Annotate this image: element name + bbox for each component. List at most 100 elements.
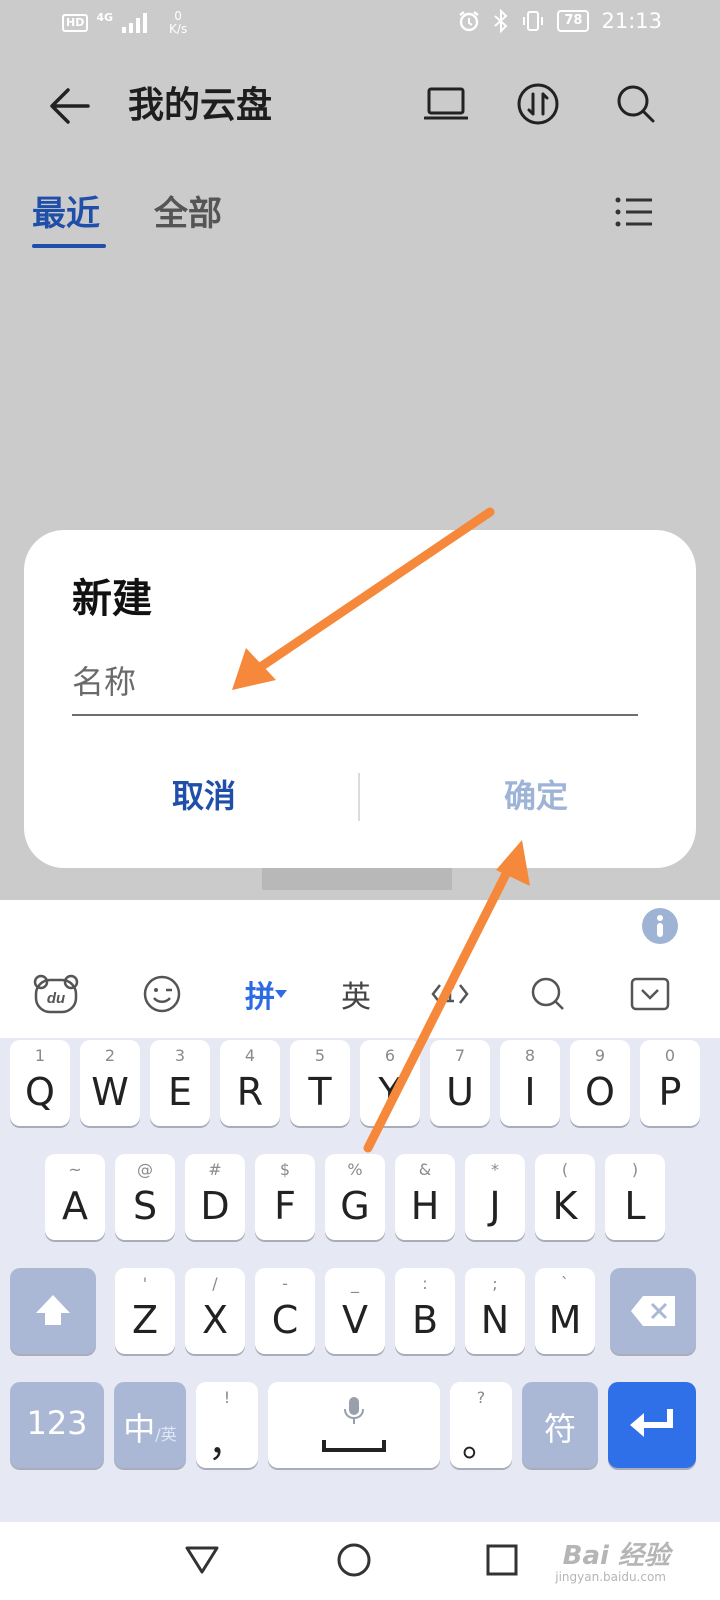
numeric-key[interactable]: 123 [10, 1382, 104, 1468]
key-a[interactable]: ~ A [45, 1154, 105, 1240]
backspace-key[interactable] [610, 1268, 696, 1354]
du-logo-text: du [47, 990, 65, 1007]
shift-key[interactable] [10, 1268, 96, 1354]
space-bar-icon [322, 1440, 386, 1452]
numeric-key-label: 123 [26, 1404, 88, 1442]
key-sub-label: ` [561, 1274, 569, 1293]
key-d[interactable]: # D [185, 1154, 245, 1240]
comma-key-sub: ! [223, 1388, 231, 1407]
keyboard-logo-button[interactable]: du [26, 966, 86, 1022]
device-button[interactable] [420, 78, 472, 130]
key-f[interactable]: $ F [255, 1154, 315, 1240]
signal-icon [122, 13, 148, 33]
search-button[interactable] [610, 78, 662, 130]
key-g[interactable]: % G [325, 1154, 385, 1240]
laptop-icon [424, 87, 468, 120]
key-x[interactable]: / X [185, 1268, 245, 1354]
key-main-label: V [342, 1298, 368, 1342]
key-sub-label: 6 [384, 1046, 396, 1065]
tab-recent[interactable]: 最近 [32, 192, 100, 236]
back-button[interactable] [44, 80, 96, 132]
key-u[interactable]: 7U [430, 1040, 490, 1126]
watermark-url: jingyan.baidu.com [555, 1570, 666, 1584]
english-label: 英 [341, 980, 371, 1015]
emoji-button[interactable] [132, 966, 192, 1022]
key-j[interactable]: * J [465, 1154, 525, 1240]
key-t[interactable]: 5T [290, 1040, 350, 1126]
key-main-label: S [132, 1184, 158, 1228]
key-r[interactable]: 4R [220, 1040, 280, 1126]
sort-button[interactable] [512, 78, 564, 130]
emoji-icon [143, 975, 181, 1013]
english-mode-button[interactable]: 英 [326, 966, 386, 1022]
key-z[interactable]: ' Z [115, 1268, 175, 1354]
key-i[interactable]: 8I [500, 1040, 560, 1126]
new-folder-dialog: 新建 取消 确定 [24, 530, 696, 868]
list-view-button[interactable] [614, 194, 654, 234]
key-h[interactable]: & H [395, 1154, 455, 1240]
alarm-icon [459, 11, 480, 32]
key-y[interactable]: 6Y [360, 1040, 420, 1126]
period-key-label: 。 [461, 1421, 500, 1465]
keyboard-search-button[interactable] [518, 966, 578, 1022]
key-sub-label: 0 [664, 1046, 676, 1065]
key-sub-label: ( [561, 1160, 569, 1179]
key-main-label: E [167, 1070, 192, 1114]
symbol-key-label: 符 [543, 1410, 576, 1448]
cursor-button[interactable] [420, 966, 480, 1022]
key-sub-label: & [418, 1160, 432, 1179]
space-key[interactable] [268, 1382, 440, 1468]
key-w[interactable]: 2W [80, 1040, 140, 1126]
key-sub-label: * [491, 1160, 499, 1179]
back-arrow-icon [50, 88, 90, 124]
pinyin-mode-button[interactable]: 拼 [236, 966, 296, 1022]
key-m[interactable]: ` M [535, 1268, 595, 1354]
key-q[interactable]: 1Q [10, 1040, 70, 1126]
dialog-title: 新建 [72, 575, 152, 622]
key-s[interactable]: @ S [115, 1154, 175, 1240]
lang-sub-label: /英 [155, 1425, 177, 1444]
keyboard-hide-icon [630, 977, 670, 1011]
comma-key[interactable]: ! ， [196, 1382, 258, 1468]
language-switch-key[interactable]: 中/英 [114, 1382, 186, 1468]
key-main-label: F [274, 1184, 296, 1228]
keyboard-assist-button[interactable] [640, 906, 680, 946]
shift-icon [36, 1295, 70, 1325]
caret-down-icon [275, 990, 287, 998]
enter-key[interactable] [608, 1382, 696, 1468]
key-main-label: L [624, 1184, 646, 1228]
period-key-sub: ? [476, 1388, 486, 1407]
nav-home-button[interactable] [332, 1538, 376, 1582]
nav-recents-button[interactable] [480, 1538, 524, 1582]
period-key[interactable]: ? 。 [450, 1382, 512, 1468]
key-main-label: U [446, 1070, 474, 1114]
key-main-label: Z [131, 1298, 159, 1342]
key-sub-label: ; [492, 1274, 498, 1293]
key-n[interactable]: ; N [465, 1268, 525, 1354]
symbol-key[interactable]: 符 [522, 1382, 598, 1468]
key-main-label: D [200, 1184, 230, 1228]
keyboard-toolbar: du 拼 英 [0, 950, 720, 1038]
tab-underline [32, 244, 106, 248]
confirm-button[interactable]: 确定 [386, 762, 686, 826]
cancel-button[interactable]: 取消 [54, 762, 354, 826]
key-o[interactable]: 9O [570, 1040, 630, 1126]
name-input[interactable] [72, 650, 638, 716]
key-v[interactable]: _ V [325, 1268, 385, 1354]
key-c[interactable]: -C [255, 1268, 315, 1354]
hide-keyboard-button[interactable] [620, 966, 680, 1022]
key-p[interactable]: 0P [640, 1040, 700, 1126]
page-title: 我的云盘 [128, 84, 273, 126]
key-b[interactable]: :B [395, 1268, 455, 1354]
language-switch-label: 中/英 [114, 1404, 186, 1450]
keyboard: 1Q2W3E4R5T6Y7U8I9O0P ~ A @ S # D $ F% G & H * J(K) L … [0, 1038, 720, 1522]
cursor-move-icon [431, 984, 469, 1004]
key-l[interactable]: ) L [605, 1154, 665, 1240]
nav-back-button[interactable] [180, 1538, 224, 1582]
assist-icon [642, 908, 678, 944]
key-k[interactable]: (K [535, 1154, 595, 1240]
key-e[interactable]: 3E [150, 1040, 210, 1126]
tab-all[interactable]: 全部 [154, 192, 222, 236]
key-sub-label: ~ [68, 1160, 82, 1179]
key-main-label: H [410, 1184, 440, 1228]
